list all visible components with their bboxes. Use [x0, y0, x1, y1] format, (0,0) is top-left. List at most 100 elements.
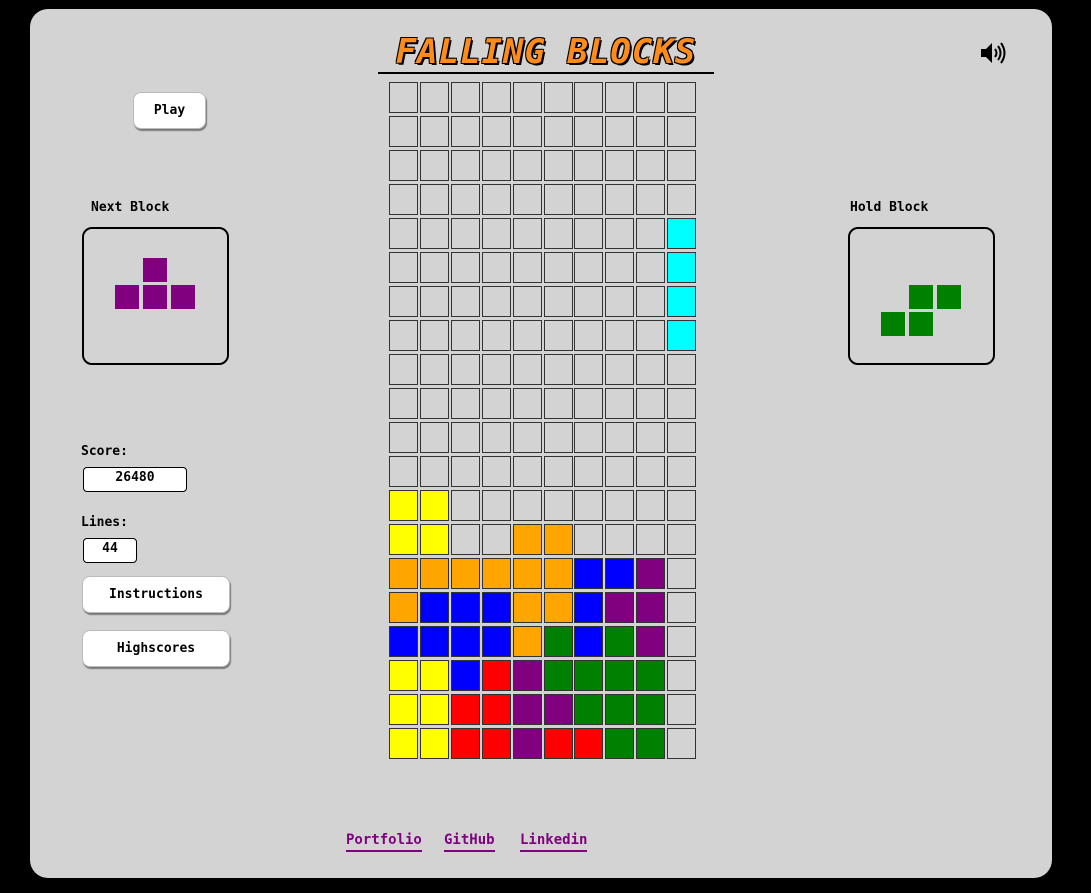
board-cell-empty: [636, 490, 666, 521]
board-cell-empty: [667, 524, 697, 555]
next-block-preview: [82, 227, 229, 365]
speaker-volume-icon: [981, 42, 1006, 64]
board-cell-empty: [389, 116, 418, 147]
board-cell-empty: [574, 252, 604, 283]
board-cell-empty: [419, 116, 449, 147]
board-cell-empty: [667, 558, 697, 589]
board-cell-filled: [450, 728, 480, 759]
board-cell-filled: [605, 660, 635, 691]
board-cell-empty: [481, 286, 511, 317]
board-cell-filled: [605, 728, 635, 759]
board-cell-filled: [543, 558, 573, 589]
board-cell-filled: [543, 592, 573, 623]
board-cell-empty: [389, 252, 418, 283]
portfolio-link[interactable]: Portfolio: [346, 832, 422, 852]
board-cell-empty: [667, 388, 697, 419]
hold-block-label: Hold Block: [850, 200, 929, 215]
board-cell-filled: [636, 592, 666, 623]
board-cell-empty: [667, 728, 697, 759]
board-cell-filled: [481, 660, 511, 691]
play-button[interactable]: Play: [133, 92, 206, 129]
board-cell-filled: [667, 218, 697, 249]
board-cell-empty: [636, 218, 666, 249]
board-cell-filled: [667, 286, 697, 317]
board-cell-empty: [667, 184, 697, 215]
github-link[interactable]: GitHub: [444, 832, 495, 852]
board-cell-empty: [605, 252, 635, 283]
board-cell-empty: [543, 252, 573, 283]
board-cell-empty: [512, 320, 542, 351]
instructions-button[interactable]: Instructions: [82, 576, 230, 613]
board-cell-empty: [636, 116, 666, 147]
board-cell-filled: [450, 592, 480, 623]
board-cell-empty: [667, 626, 697, 657]
board-cell-empty: [605, 490, 635, 521]
board-cell-filled: [636, 694, 666, 725]
board-cell-empty: [636, 456, 666, 487]
board-cell-empty: [543, 184, 573, 215]
board-cell-empty: [450, 354, 480, 385]
board-cell-empty: [574, 150, 604, 181]
board-cell-empty: [450, 184, 480, 215]
board-cell-filled: [450, 558, 480, 589]
board-cell-empty: [419, 388, 449, 419]
board-cell-empty: [667, 660, 697, 691]
board-cell-filled: [389, 626, 418, 657]
board-cell-empty: [419, 354, 449, 385]
board-cell-filled: [636, 626, 666, 657]
board-cell-filled: [419, 626, 449, 657]
board-cell-filled: [574, 626, 604, 657]
preview-block-cell: [880, 311, 906, 337]
board-cell-empty: [574, 184, 604, 215]
board-cell-filled: [543, 694, 573, 725]
preview-block-cell: [170, 284, 196, 310]
board-cell-empty: [389, 286, 418, 317]
board-cell-empty: [543, 82, 573, 113]
board-cell-empty: [636, 320, 666, 351]
board-cell-empty: [667, 422, 697, 453]
board-cell-empty: [419, 456, 449, 487]
board-cell-filled: [419, 524, 449, 555]
board-cell-empty: [481, 422, 511, 453]
board-cell-empty: [481, 150, 511, 181]
board-cell-empty: [419, 184, 449, 215]
board-cell-empty: [667, 456, 697, 487]
board-cell-empty: [667, 150, 697, 181]
board-cell-filled: [512, 728, 542, 759]
lines-label: Lines:: [81, 515, 128, 530]
board-cell-filled: [636, 558, 666, 589]
board-cell-filled: [481, 728, 511, 759]
board-cell-empty: [574, 320, 604, 351]
board-cell-empty: [450, 218, 480, 249]
board-cell-filled: [605, 558, 635, 589]
board-cell-empty: [574, 388, 604, 419]
board-cell-filled: [481, 558, 511, 589]
board-cell-empty: [667, 82, 697, 113]
board-cell-filled: [636, 728, 666, 759]
board-cell-empty: [636, 252, 666, 283]
board-cell-empty: [450, 320, 480, 351]
game-board[interactable]: [389, 82, 697, 762]
board-cell-empty: [389, 218, 418, 249]
board-cell-filled: [389, 592, 418, 623]
board-cell-filled: [574, 728, 604, 759]
board-cell-empty: [481, 218, 511, 249]
board-cell-empty: [389, 150, 418, 181]
highscores-button[interactable]: Highscores: [82, 630, 230, 667]
board-cell-empty: [481, 252, 511, 283]
board-cell-filled: [512, 660, 542, 691]
board-cell-empty: [605, 184, 635, 215]
board-cell-filled: [636, 660, 666, 691]
board-cell-empty: [636, 422, 666, 453]
board-cell-empty: [667, 354, 697, 385]
board-cell-empty: [543, 490, 573, 521]
game-title: FALLING BLOCKS: [378, 32, 714, 74]
sound-toggle[interactable]: [979, 40, 1007, 66]
preview-block-cell: [142, 257, 168, 283]
linkedin-link[interactable]: Linkedin: [520, 832, 588, 852]
board-cell-empty: [574, 116, 604, 147]
board-cell-filled: [450, 694, 480, 725]
board-cell-filled: [605, 592, 635, 623]
board-cell-empty: [667, 694, 697, 725]
board-cell-empty: [512, 218, 542, 249]
